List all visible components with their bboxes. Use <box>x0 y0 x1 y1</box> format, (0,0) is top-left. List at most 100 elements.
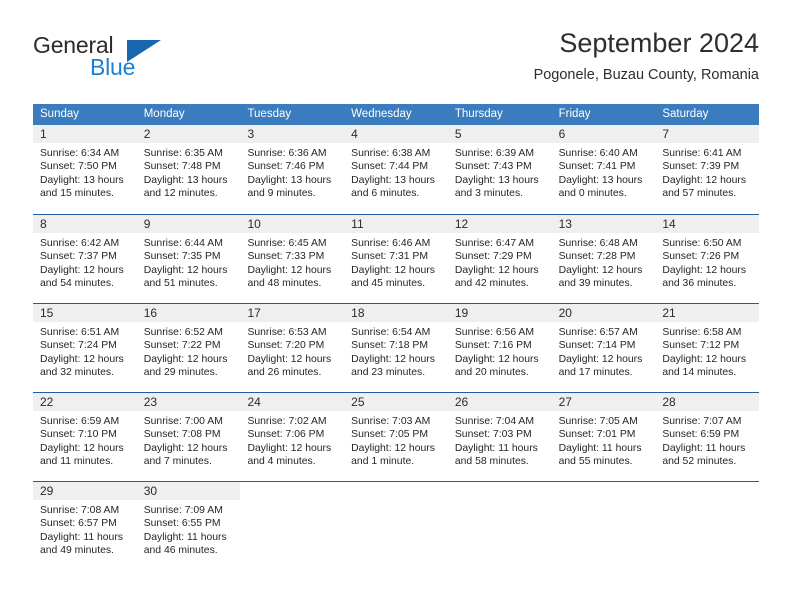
weekday-header-wednesday: Wednesday <box>351 108 412 120</box>
day-detail-line: and 26 minutes. <box>247 367 322 379</box>
calendar-day-cell[interactable]: 16 Sunrise: 6:52 AM Sunset: 7:22 PM Dayligh… <box>136 304 241 392</box>
day-detail-line: Daylight: 12 hours <box>662 174 747 186</box>
calendar-day-cell[interactable]: 21 Sunrise: 6:58 AM Sunset: 7:12 PM Dayligh… <box>655 304 760 392</box>
calendar-grid: Sunday Monday Tuesday Wednesday Thursday Frid… <box>33 104 760 570</box>
calendar-day-cell[interactable]: 22 Sunrise: 6:59 AM Sunset: 7:10 PM Dayligh… <box>33 393 137 481</box>
calendar-day-cell[interactable]: 17 Sunrise: 6:53 AM Sunset: 7:20 PM Dayligh… <box>240 304 345 392</box>
calendar-day-cell[interactable]: 1 Sunrise: 6:34 AM Sunset: 7:50 PM Daylight… <box>33 125 137 214</box>
calendar-empty-cell <box>655 482 760 570</box>
day-detail-line: Sunrise: 6:47 AM <box>454 238 535 249</box>
day-number-band <box>552 482 656 500</box>
calendar-week-row: 15 Sunrise: 6:51 AM Sunset: 7:24 PM Dayligh… <box>33 303 760 392</box>
weekday-header-thursday: Thursday <box>454 108 503 120</box>
day-number: 29 <box>40 484 54 498</box>
day-detail-line: Sunrise: 6:59 AM <box>40 416 120 427</box>
weekday-header-friday: Friday <box>558 108 591 120</box>
day-detail-line: and 1 minute. <box>351 456 415 468</box>
calendar-day-cell[interactable]: 9 Sunrise: 6:44 AM Sunset: 7:35 PM Daylight… <box>136 215 241 303</box>
day-detail-line: and 0 minutes. <box>558 188 627 200</box>
day-detail-line: Sunset: 7:35 PM <box>143 251 221 263</box>
day-detail-line: and 32 minutes. <box>40 367 114 379</box>
weekday-header-monday: Monday <box>143 108 185 120</box>
title-block: September 2024 Pogonele, Buzau County, R… <box>534 26 759 86</box>
day-number-band <box>240 125 345 143</box>
calendar-day-cell[interactable]: 4 Sunrise: 6:38 AM Sunset: 7:44 PM Daylight… <box>344 125 448 214</box>
day-details: Sunrise: 6:52 AM Sunset: 7:22 PM Daylight:… <box>137 322 241 380</box>
day-detail-line: and 17 minutes. <box>558 367 633 379</box>
calendar-day-cell[interactable]: 28 Sunrise: 7:07 AM Sunset: 6:59 PM Dayligh… <box>655 393 760 481</box>
day-detail-line: Daylight: 13 hours <box>558 174 643 186</box>
day-number: 11 <box>351 217 364 231</box>
day-detail-line: Daylight: 12 hours <box>40 353 124 365</box>
calendar-day-cell[interactable]: 7 Sunrise: 6:41 AM Sunset: 7:39 PM Daylight… <box>655 125 760 214</box>
day-detail-line: Daylight: 12 hours <box>40 442 124 454</box>
day-detail-line: and 20 minutes. <box>454 367 529 379</box>
day-details: Sunrise: 6:51 AM Sunset: 7:24 PM Daylight:… <box>33 322 137 380</box>
calendar-day-cell[interactable]: 13 Sunrise: 6:48 AM Sunset: 7:28 PM Dayligh… <box>551 215 656 303</box>
day-detail-line: Daylight: 12 hours <box>143 264 228 276</box>
calendar-day-cell[interactable]: 20 Sunrise: 6:57 AM Sunset: 7:14 PM Dayligh… <box>551 304 656 392</box>
day-number: 30 <box>143 484 158 498</box>
day-detail-line: Sunrise: 6:46 AM <box>351 238 431 249</box>
calendar-empty-cell <box>344 482 448 570</box>
day-detail-line: Sunset: 7:50 PM <box>40 161 117 173</box>
day-details: Sunrise: 6:48 AM Sunset: 7:28 PM Daylight:… <box>552 233 656 291</box>
day-details: Sunrise: 6:44 AM Sunset: 7:35 PM Daylight:… <box>137 233 241 291</box>
day-detail-line: Sunset: 7:12 PM <box>662 340 740 352</box>
day-detail-line: and 23 minutes. <box>351 367 426 379</box>
day-detail-line: Sunset: 6:59 PM <box>662 429 740 441</box>
calendar-page: General Blue September 2024 Pogonele, Bu… <box>0 0 792 612</box>
day-number: 28 <box>662 395 676 409</box>
day-detail-line: Sunrise: 7:09 AM <box>143 505 223 516</box>
calendar-day-cell[interactable]: 26 Sunrise: 7:04 AM Sunset: 7:03 PM Dayligh… <box>447 393 552 481</box>
calendar-day-cell[interactable]: 14 Sunrise: 6:50 AM Sunset: 7:26 PM Dayligh… <box>655 215 760 303</box>
calendar-day-cell[interactable]: 11 Sunrise: 6:46 AM Sunset: 7:31 PM Dayligh… <box>344 215 448 303</box>
calendar-day-cell[interactable]: 18 Sunrise: 6:54 AM Sunset: 7:18 PM Dayligh… <box>344 304 448 392</box>
calendar-day-cell[interactable]: 6 Sunrise: 6:40 AM Sunset: 7:41 PM Daylight… <box>551 125 656 214</box>
day-number: 17 <box>247 306 261 320</box>
day-detail-line: Sunset: 7:28 PM <box>558 251 636 263</box>
day-detail-line: Sunset: 7:08 PM <box>143 429 221 441</box>
calendar-day-cell[interactable]: 2 Sunrise: 6:35 AM Sunset: 7:48 PM Daylight… <box>136 125 241 214</box>
general-blue-logo: General Blue <box>33 32 263 88</box>
day-detail-line: Daylight: 12 hours <box>351 264 435 276</box>
calendar-empty-cell <box>447 482 552 570</box>
calendar-day-cell[interactable]: 12 Sunrise: 6:47 AM Sunset: 7:29 PM Dayligh… <box>447 215 552 303</box>
day-detail-line: and 58 minutes. <box>454 456 529 468</box>
day-number-band <box>344 482 448 500</box>
calendar-day-cell[interactable]: 8 Sunrise: 6:42 AM Sunset: 7:37 PM Daylight… <box>33 215 137 303</box>
day-number-band <box>655 482 759 500</box>
day-detail-line: Sunset: 7:20 PM <box>247 340 325 352</box>
day-detail-line: Daylight: 12 hours <box>662 353 747 365</box>
day-number: 8 <box>40 217 47 231</box>
day-detail-line: Sunrise: 6:45 AM <box>247 238 327 249</box>
calendar-day-cell[interactable]: 30 Sunrise: 7:09 AM Sunset: 6:55 PM Dayligh… <box>136 482 241 570</box>
calendar-day-cell[interactable]: 27 Sunrise: 7:05 AM Sunset: 7:01 PM Dayligh… <box>551 393 656 481</box>
calendar-day-cell[interactable]: 10 Sunrise: 6:45 AM Sunset: 7:33 PM Dayligh… <box>240 215 345 303</box>
day-detail-line: Sunset: 7:10 PM <box>40 429 117 441</box>
day-number: 19 <box>454 306 469 320</box>
day-number-band <box>447 125 552 143</box>
calendar-day-cell[interactable]: 19 Sunrise: 6:56 AM Sunset: 7:16 PM Dayligh… <box>447 304 552 392</box>
day-detail-line: Daylight: 13 hours <box>247 174 332 186</box>
day-details: Sunrise: 6:45 AM Sunset: 7:33 PM Daylight:… <box>240 233 344 291</box>
day-details: Sunrise: 7:07 AM Sunset: 6:59 PM Daylight:… <box>655 411 759 469</box>
calendar-day-cell[interactable]: 15 Sunrise: 6:51 AM Sunset: 7:24 PM Dayligh… <box>33 304 137 392</box>
calendar-week-row: 22 Sunrise: 6:59 AM Sunset: 7:10 PM Dayligh… <box>33 392 760 481</box>
calendar-day-cell[interactable]: 3 Sunrise: 6:36 AM Sunset: 7:46 PM Daylight… <box>240 125 345 214</box>
day-number: 6 <box>558 127 566 141</box>
day-detail-line: Sunset: 7:01 PM <box>558 429 636 441</box>
day-detail-line: and 36 minutes. <box>662 278 737 290</box>
day-details: Sunrise: 6:47 AM Sunset: 7:29 PM Daylight:… <box>448 233 552 291</box>
day-detail-line: Sunrise: 6:40 AM <box>558 148 638 159</box>
day-detail-line: Daylight: 11 hours <box>143 531 227 543</box>
calendar-day-cell[interactable]: 23 Sunrise: 7:00 AM Sunset: 7:08 PM Dayligh… <box>136 393 241 481</box>
day-number: 21 <box>662 306 676 320</box>
calendar-day-cell[interactable]: 5 Sunrise: 6:39 AM Sunset: 7:43 PM Daylight… <box>447 125 552 214</box>
day-detail-line: and 52 minutes. <box>662 456 737 468</box>
calendar-day-cell[interactable]: 29 Sunrise: 7:08 AM Sunset: 6:57 PM Dayligh… <box>33 482 137 570</box>
calendar-day-cell[interactable]: 24 Sunrise: 7:02 AM Sunset: 7:06 PM Dayligh… <box>240 393 345 481</box>
day-detail-line: Sunset: 6:57 PM <box>40 518 117 530</box>
calendar-day-cell[interactable]: 25 Sunrise: 7:03 AM Sunset: 7:05 PM Dayligh… <box>344 393 448 481</box>
day-number-band <box>448 482 552 500</box>
